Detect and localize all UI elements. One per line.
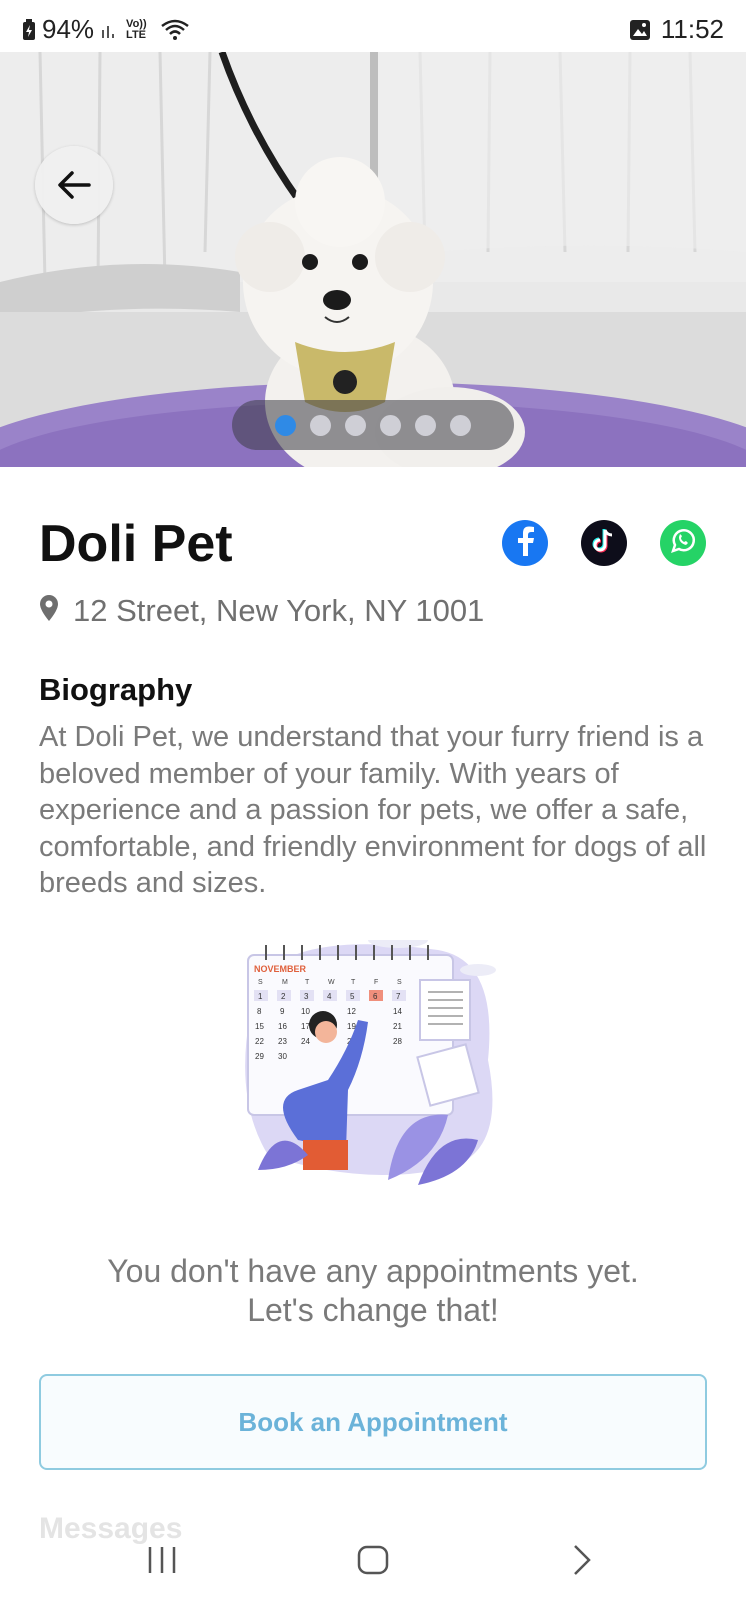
hero-image-carousel[interactable] [0,52,746,467]
back-nav-button[interactable] [552,1536,612,1588]
location-pin-icon [39,593,59,629]
svg-text:23: 23 [278,1037,287,1046]
arrow-left-icon [57,170,91,200]
svg-text:21: 21 [393,1022,402,1031]
calendar-illustration: NOVEMBER SMTWTFS 1 2 3 4 5 6 7 8 9 10 12 14 … [238,932,508,1200]
facebook-button[interactable] [502,520,548,566]
svg-text:T: T [305,979,310,986]
svg-text:W: W [328,979,335,986]
svg-text:10: 10 [301,1007,310,1016]
svg-text:9: 9 [280,1007,285,1016]
svg-text:24: 24 [301,1037,310,1046]
wifi-icon [160,18,190,42]
volte-badge: Vo)) LTE [126,17,147,41]
svg-text:14: 14 [393,1007,402,1016]
svg-text:6: 6 [373,992,378,1001]
whatsapp-button[interactable] [660,520,706,566]
book-appointment-button[interactable]: Book an Appointment [39,1374,707,1470]
carousel-dot[interactable] [450,414,471,436]
svg-text:22: 22 [255,1037,264,1046]
social-links [502,520,706,566]
svg-text:28: 28 [393,1037,402,1046]
battery-charging-icon [22,18,36,41]
status-bar: 94% Vo)) LTE 11:52 [0,0,746,52]
signal-icon [100,20,120,40]
battery-percent: 94% [42,14,95,44]
tiktok-button[interactable] [581,520,627,566]
calendar-month: NOVEMBER [254,964,307,974]
chevron-right-icon [571,1544,593,1581]
carousel-dot[interactable] [415,414,436,436]
svg-text:4: 4 [327,992,332,1001]
carousel-dot[interactable] [380,414,401,436]
tiktok-icon [592,528,616,559]
svg-text:7: 7 [396,992,401,1001]
gallery-notification-icon [629,19,651,41]
business-name: Doli Pet [39,515,233,573]
svg-text:15: 15 [255,1022,264,1031]
empty-line-1: You don't have any appointments yet. [107,1253,639,1289]
svg-text:8: 8 [257,1007,262,1016]
svg-text:5: 5 [350,992,355,1001]
svg-text:M: M [282,979,288,986]
svg-text:1: 1 [258,992,263,1001]
system-navigation-bar [0,1530,746,1600]
recent-apps-icon [146,1545,178,1580]
svg-text:2: 2 [281,992,286,1001]
back-button[interactable] [35,146,113,224]
facebook-icon [514,526,536,561]
biography-heading: Biography [39,672,193,707]
empty-line-2: Let's change that! [247,1292,499,1328]
whatsapp-icon [669,527,697,560]
home-icon [357,1545,389,1580]
svg-text:S: S [258,979,263,986]
svg-text:17: 17 [301,1022,310,1031]
address: 12 Street, New York, NY 1001 [39,593,484,629]
svg-text:29: 29 [255,1052,264,1061]
empty-appointments-message: You don't have any appointments yet. Let… [0,1252,746,1330]
address-text: 12 Street, New York, NY 1001 [73,593,485,628]
carousel-indicator [232,400,514,450]
recent-apps-button[interactable] [132,1536,192,1588]
svg-text:30: 30 [278,1052,287,1061]
home-button[interactable] [343,1536,403,1588]
clock: 11:52 [660,14,724,44]
svg-text:T: T [351,979,356,986]
carousel-dot[interactable] [345,414,366,436]
svg-text:16: 16 [278,1022,287,1031]
svg-text:S: S [397,979,402,986]
carousel-dot[interactable] [275,414,296,436]
carousel-dot[interactable] [310,414,331,436]
svg-text:3: 3 [304,992,309,1001]
svg-text:12: 12 [347,1007,356,1016]
svg-text:F: F [374,979,378,986]
biography-text: At Doli Pet, we understand that your fur… [39,721,707,899]
